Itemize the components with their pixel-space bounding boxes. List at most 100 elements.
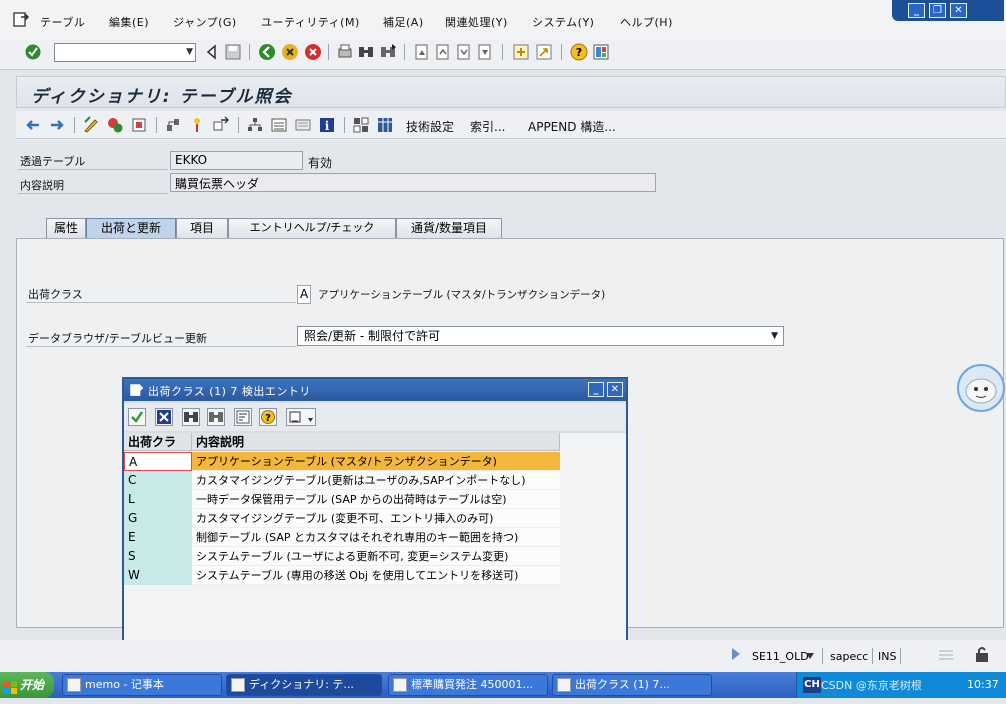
- save-icon[interactable]: [224, 43, 242, 61]
- row-key[interactable]: E: [124, 528, 192, 547]
- display-object-list-icon[interactable]: [294, 116, 312, 134]
- chevron-down-icon[interactable]: [805, 652, 815, 660]
- collapse-left-icon[interactable]: [203, 43, 221, 61]
- minimize-icon[interactable]: _: [908, 3, 925, 18]
- menu-utilities[interactable]: ユーティリティ(M): [261, 14, 360, 30]
- find-next-icon[interactable]: [379, 43, 397, 61]
- status-toggle-icon[interactable]: [730, 647, 742, 661]
- tab-currency-quantity-fields[interactable]: 通貨/数量項目: [396, 218, 502, 238]
- info-icon[interactable]: i: [318, 116, 336, 134]
- tab-attributes[interactable]: 属性: [46, 218, 86, 238]
- menu-environment[interactable]: 関連処理(Y): [445, 14, 508, 30]
- indexes-button[interactable]: 索引...: [470, 118, 505, 135]
- cancel-icon[interactable]: [304, 43, 322, 61]
- contents-icon[interactable]: [352, 116, 370, 134]
- menu-extras[interactable]: 補足(A): [383, 14, 424, 30]
- chevron-down-icon[interactable]: ▼: [186, 44, 193, 61]
- print-menu-icon[interactable]: [286, 408, 316, 426]
- row-key[interactable]: L: [124, 490, 192, 509]
- arrow-left-icon[interactable]: [24, 116, 42, 134]
- edit-pencil-icon[interactable]: [82, 116, 100, 134]
- help-icon[interactable]: ?: [570, 43, 588, 61]
- technical-settings-button[interactable]: 技術設定: [406, 118, 454, 135]
- confirm-check-icon[interactable]: [128, 408, 146, 426]
- input-mode[interactable]: INS: [878, 650, 896, 663]
- command-input[interactable]: [55, 44, 173, 61]
- previous-page-icon[interactable]: [433, 43, 451, 61]
- row-key[interactable]: S: [124, 547, 192, 566]
- language-indicator[interactable]: CH: [803, 677, 821, 693]
- tab-fields[interactable]: 項目: [176, 218, 228, 238]
- minimize-icon[interactable]: _: [588, 382, 604, 397]
- check-object-icon[interactable]: [130, 116, 148, 134]
- row-description[interactable]: アプリケーションテーブル (マスタ/トランザクションデータ): [192, 452, 560, 471]
- find-next-icon[interactable]: [207, 408, 225, 426]
- row-key[interactable]: A: [124, 452, 192, 471]
- back-icon[interactable]: [258, 43, 276, 61]
- command-field[interactable]: ▼: [54, 43, 196, 62]
- table-row[interactable]: C カスタマイジングテーブル(更新はユーザのみ,SAPインポートなし): [124, 471, 560, 490]
- menu-help[interactable]: ヘルプ(H): [620, 14, 673, 30]
- row-description[interactable]: システムテーブル (ユーザによる更新不可, 変更=システム変更): [192, 547, 560, 566]
- info-pin-icon[interactable]: [188, 116, 206, 134]
- cancel-x-icon[interactable]: [155, 408, 173, 426]
- menu-system[interactable]: システム(Y): [532, 14, 594, 30]
- chevron-down-icon[interactable]: ▼: [771, 327, 778, 345]
- table-row[interactable]: G カスタマイジングテーブル (変更不可、エントリ挿入のみ可): [124, 509, 560, 528]
- taskbar-item-notepad[interactable]: memo - 记事本: [62, 674, 222, 696]
- assistant-bubble-icon[interactable]: [957, 364, 1005, 412]
- short-description-field[interactable]: 購買伝票ヘッダ: [170, 173, 656, 192]
- arrow-right-icon[interactable]: [48, 116, 66, 134]
- next-page-icon[interactable]: [454, 43, 472, 61]
- row-description[interactable]: カスタマイジングテーブル (変更不可、エントリ挿入のみ可): [192, 509, 560, 528]
- restore-icon[interactable]: ❐: [929, 3, 946, 18]
- menu-jump[interactable]: ジャンプ(G): [173, 14, 237, 30]
- column-header-delivery-class[interactable]: 出荷クラ: [124, 433, 192, 451]
- activate-icon[interactable]: [106, 116, 124, 134]
- table-row[interactable]: W システムテーブル (専用の移送 Obj を使用してエントリを移送可): [124, 566, 560, 585]
- table-row[interactable]: E 制御テーブル (SAP とカスタマはそれぞれ専用のキー範囲を持つ): [124, 528, 560, 547]
- graphic-icon[interactable]: [270, 116, 288, 134]
- start-button[interactable]: 开始: [0, 672, 54, 698]
- taskbar-item-delivery-class[interactable]: 出荷クラス (1) 7...: [552, 674, 712, 696]
- enter-check-icon[interactable]: [24, 43, 42, 61]
- tab-entry-help-check[interactable]: エントリヘルプ/チェック: [228, 218, 396, 238]
- taskbar-item-dictionary[interactable]: ディクショナリ: テ...: [226, 674, 382, 696]
- find-icon[interactable]: [357, 43, 375, 61]
- lock-icon[interactable]: [974, 645, 990, 663]
- table-row[interactable]: A アプリケーションテーブル (マスタ/トランザクションデータ): [124, 452, 560, 471]
- data-browser-maintenance-select[interactable]: 照会/更新 - 制限付で許可 ▼: [297, 326, 784, 346]
- close-icon[interactable]: ✕: [950, 3, 967, 18]
- table-row[interactable]: L 一時データ保管用テーブル (SAP からの出荷時はテーブルは空): [124, 490, 560, 509]
- sap-menu-icon[interactable]: [12, 11, 30, 29]
- row-description[interactable]: システムテーブル (専用の移送 Obj を使用してエントリを移送可): [192, 566, 560, 585]
- menu-edit[interactable]: 編集(E): [109, 14, 149, 30]
- table-contents-icon[interactable]: [376, 116, 394, 134]
- resize-icon[interactable]: [936, 647, 956, 663]
- find-icon[interactable]: [182, 408, 200, 426]
- exit-icon[interactable]: [281, 43, 299, 61]
- where-used-icon[interactable]: [212, 116, 230, 134]
- column-header-description[interactable]: 内容説明: [192, 433, 560, 451]
- row-description[interactable]: カスタマイジングテーブル(更新はユーザのみ,SAPインポートなし): [192, 471, 560, 490]
- print-icon[interactable]: [336, 43, 354, 61]
- row-key[interactable]: C: [124, 471, 192, 490]
- row-key[interactable]: W: [124, 566, 192, 585]
- help-icon[interactable]: ?: [259, 408, 277, 426]
- tab-delivery-maintenance[interactable]: 出荷と更新: [86, 218, 176, 238]
- tree-icon[interactable]: [246, 116, 264, 134]
- delivery-class-field[interactable]: A: [297, 285, 311, 304]
- table-row[interactable]: S システムテーブル (ユーザによる更新不可, 変更=システム変更): [124, 547, 560, 566]
- first-page-icon[interactable]: [412, 43, 430, 61]
- row-key[interactable]: G: [124, 509, 192, 528]
- new-session-icon[interactable]: [512, 43, 530, 61]
- taskbar-item-purchase-order[interactable]: 標準購買発注 450001...: [388, 674, 548, 696]
- sort-icon[interactable]: [234, 408, 252, 426]
- last-page-icon[interactable]: [475, 43, 493, 61]
- dialog-title-bar[interactable]: 出荷クラス (1) 7 検出エントリ _ ✕: [124, 379, 626, 401]
- menu-table[interactable]: テーブル: [40, 14, 85, 30]
- row-description[interactable]: 一時データ保管用テーブル (SAP からの出荷時はテーブルは空): [192, 490, 560, 509]
- row-description[interactable]: 制御テーブル (SAP とカスタマはそれぞれ専用のキー範囲を持つ): [192, 528, 560, 547]
- table-name-field[interactable]: EKKO: [170, 151, 303, 170]
- layout-icon[interactable]: [592, 43, 610, 61]
